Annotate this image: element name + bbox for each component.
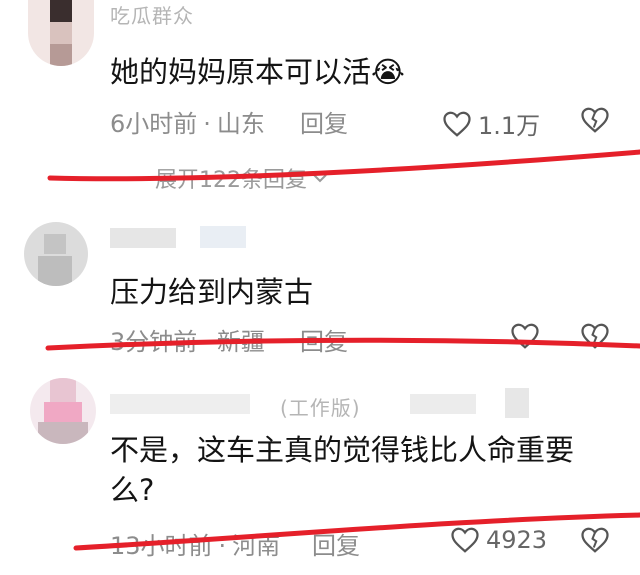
user-badge: (工作版) (280, 396, 361, 420)
heart-icon (451, 527, 479, 553)
expand-replies[interactable]: 展开122条回复 (155, 162, 327, 194)
annotation-stroke (47, 149, 640, 182)
heart-icon (511, 323, 539, 349)
comment-text: 压力给到内蒙古 (110, 275, 314, 309)
username-blurred[interactable] (110, 394, 250, 414)
comment-meta: 6小时前 · 山东 (110, 110, 265, 138)
expand-replies-label: 展开122条回复 (155, 168, 307, 193)
like-button[interactable]: 1.1万 (442, 106, 540, 141)
comment-meta: 13小时前 · 河南 (110, 532, 281, 560)
comment-location: 新疆 (216, 328, 265, 356)
like-count: 4923 (486, 526, 548, 554)
extra-badge-blurred (410, 394, 476, 414)
like-button[interactable]: 4923 (450, 526, 547, 554)
chevron-down-icon (313, 174, 327, 183)
reply-button[interactable]: 回复 (300, 322, 348, 357)
avatar[interactable] (24, 222, 88, 286)
comment-meta: 3分钟前 · 新疆 (110, 328, 265, 356)
heart-icon (443, 111, 471, 137)
username[interactable]: 吃瓜群众 (110, 0, 194, 29)
more-icon-blurred[interactable] (505, 388, 529, 418)
avatar[interactable] (30, 378, 96, 444)
avatar[interactable] (28, 0, 94, 66)
user-badge-blurred (200, 226, 246, 248)
dislike-icon[interactable] (580, 526, 610, 554)
comment-location: 山东 (216, 110, 265, 138)
comment-text-line: 么? (110, 473, 155, 507)
dislike-icon[interactable] (580, 322, 610, 350)
comment-text-line: 不是，这车主真的觉得钱比人命重要 (110, 433, 575, 467)
reply-button[interactable]: 回复 (312, 526, 360, 561)
like-count: 1.1万 (478, 112, 541, 140)
comment-location: 河南 (232, 532, 281, 560)
comment-text: 不是，这车主真的觉得钱比人命重要 么? (110, 430, 574, 510)
comment-time: 3分钟前 (110, 328, 198, 356)
username-blurred[interactable] (110, 228, 176, 248)
comment-text: 她的妈妈原本可以活😭 (110, 55, 405, 89)
dislike-icon[interactable] (580, 106, 610, 134)
comment-time: 6小时前 (110, 110, 198, 138)
reply-button[interactable]: 回复 (300, 104, 348, 139)
comment-time: 13小时前 (110, 532, 213, 560)
like-button[interactable] (510, 322, 546, 350)
